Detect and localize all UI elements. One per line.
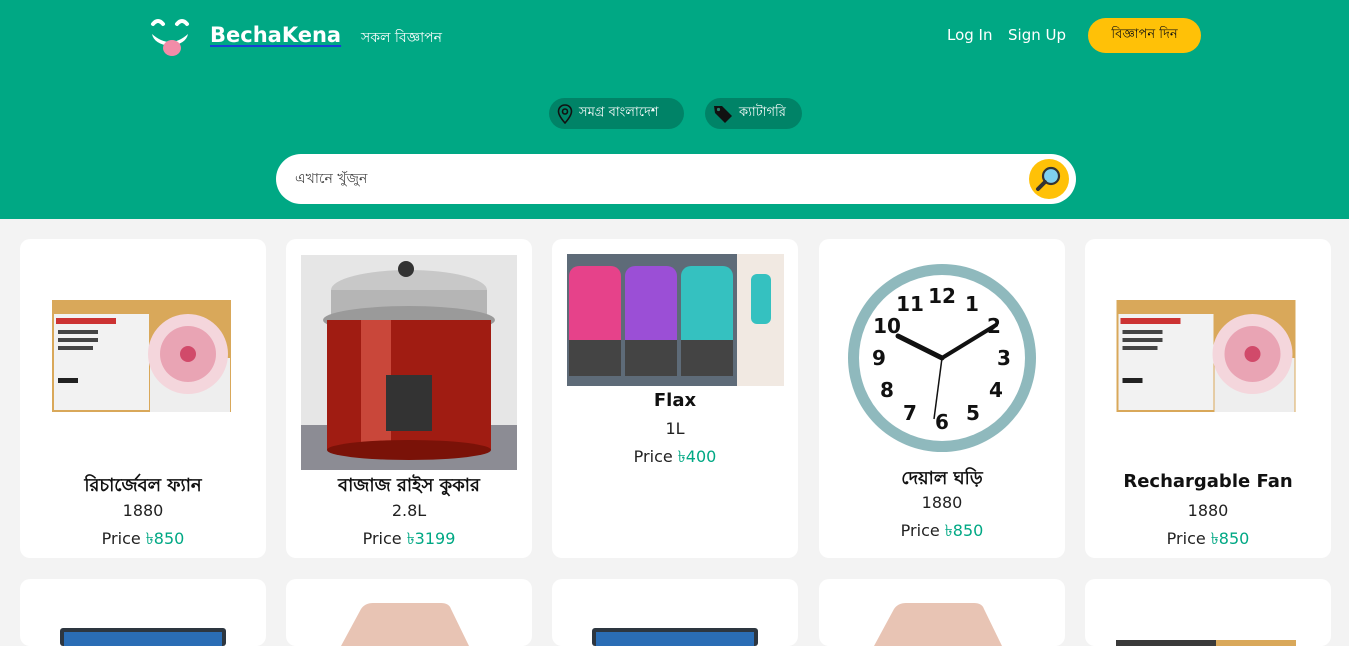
svg-text:3: 3 xyxy=(997,346,1011,370)
product-price: Price ৳3199 xyxy=(286,526,532,553)
price-value: ৳850 xyxy=(944,521,984,540)
product-image-fan xyxy=(1116,640,1296,646)
product-price: Price ৳850 xyxy=(1085,526,1331,553)
svg-text:9: 9 xyxy=(872,346,886,370)
svg-text:1: 1 xyxy=(965,292,979,316)
product-subtitle: 2.8L xyxy=(391,501,427,520)
search-bar xyxy=(276,154,1076,204)
product-image-wall-clock: 1212 345 678 91011 xyxy=(848,264,1036,452)
svg-text:12: 12 xyxy=(928,284,956,308)
product-card[interactable] xyxy=(20,579,266,646)
product-card[interactable] xyxy=(286,579,532,646)
product-image-fan xyxy=(52,300,231,412)
search-input[interactable] xyxy=(295,171,1015,187)
svg-text:7: 7 xyxy=(903,401,917,425)
signup-link[interactable]: Sign Up xyxy=(1008,26,1066,44)
svg-text:5: 5 xyxy=(966,401,980,425)
product-card[interactable]: বাজাজ রাইস কুকার 2.8L Price ৳3199 xyxy=(286,239,532,558)
product-price: Price ৳400 xyxy=(552,444,798,471)
location-selector[interactable]: সমগ্র বাংলাদেশ xyxy=(549,98,684,129)
site-header: BechaKena সকল বিজ্ঞাপন Log In Sign Up বি… xyxy=(0,0,1349,219)
product-subtitle: 1880 xyxy=(1187,501,1229,520)
search-button[interactable] xyxy=(1029,159,1069,199)
product-subtitle: 1880 xyxy=(921,493,963,512)
price-value: ৳850 xyxy=(145,529,185,548)
product-card[interactable] xyxy=(819,579,1065,646)
category-selector[interactable]: ক্যাটাগরি xyxy=(705,98,802,129)
product-title[interactable]: Flax xyxy=(552,390,798,411)
product-card[interactable]: Rechargable Fan 1880 Price ৳850 xyxy=(1085,239,1331,558)
product-image-laptop xyxy=(60,628,226,646)
logo-face-icon xyxy=(151,19,189,56)
logo[interactable] xyxy=(150,16,190,56)
product-card[interactable] xyxy=(1085,579,1331,646)
product-price: Price ৳850 xyxy=(20,526,266,553)
product-card[interactable]: Flax 1L Price ৳400 xyxy=(552,239,798,558)
product-price: Price ৳850 xyxy=(819,518,1065,545)
svg-text:8: 8 xyxy=(880,378,894,402)
price-label: Price xyxy=(900,521,940,540)
product-image-rice-cooker xyxy=(301,255,517,470)
svg-text:11: 11 xyxy=(896,292,924,316)
tag-icon xyxy=(714,105,732,123)
price-label: Price xyxy=(362,529,402,548)
post-ad-button[interactable]: বিজ্ঞাপন দিন xyxy=(1088,18,1201,53)
price-label: Price xyxy=(633,447,673,466)
product-card[interactable] xyxy=(552,579,798,646)
svg-text:6: 6 xyxy=(935,410,949,434)
product-title[interactable]: রিচার্জেবল ফ্যান xyxy=(20,471,266,502)
login-link[interactable]: Log In xyxy=(947,26,993,44)
location-pin-icon xyxy=(557,103,573,124)
product-image-flasks xyxy=(567,254,784,386)
product-subtitle: 1880 xyxy=(122,501,164,520)
product-card[interactable]: 1212 345 678 91011 দেয়াল ঘড়ি 1880 Pric… xyxy=(819,239,1065,558)
product-title[interactable]: বাজাজ রাইস কুকার xyxy=(286,471,532,502)
product-image-fan xyxy=(1116,300,1296,412)
product-title[interactable]: দেয়াল ঘড়ি xyxy=(819,464,1065,495)
all-ads-link[interactable]: সকল বিজ্ঞাপন xyxy=(361,26,442,50)
brand-name[interactable]: BechaKena xyxy=(210,23,341,47)
price-value: ৳850 xyxy=(1210,529,1250,548)
product-image-laptop xyxy=(341,603,469,646)
price-value: ৳400 xyxy=(677,447,717,466)
product-image-laptop xyxy=(874,603,1002,646)
svg-text:4: 4 xyxy=(989,378,1003,402)
magnifier-icon xyxy=(1036,166,1061,191)
location-label: সমগ্র বাংলাদেশ xyxy=(579,105,659,120)
price-value: ৳3199 xyxy=(406,529,456,548)
category-label: ক্যাটাগরি xyxy=(739,105,786,120)
price-label: Price xyxy=(101,529,141,548)
product-card[interactable]: রিচার্জেবল ফ্যান 1880 Price ৳850 xyxy=(20,239,266,558)
product-title[interactable]: Rechargable Fan xyxy=(1085,471,1331,492)
product-image-laptop xyxy=(592,628,758,646)
price-label: Price xyxy=(1166,529,1206,548)
product-subtitle: 1L xyxy=(665,419,685,438)
